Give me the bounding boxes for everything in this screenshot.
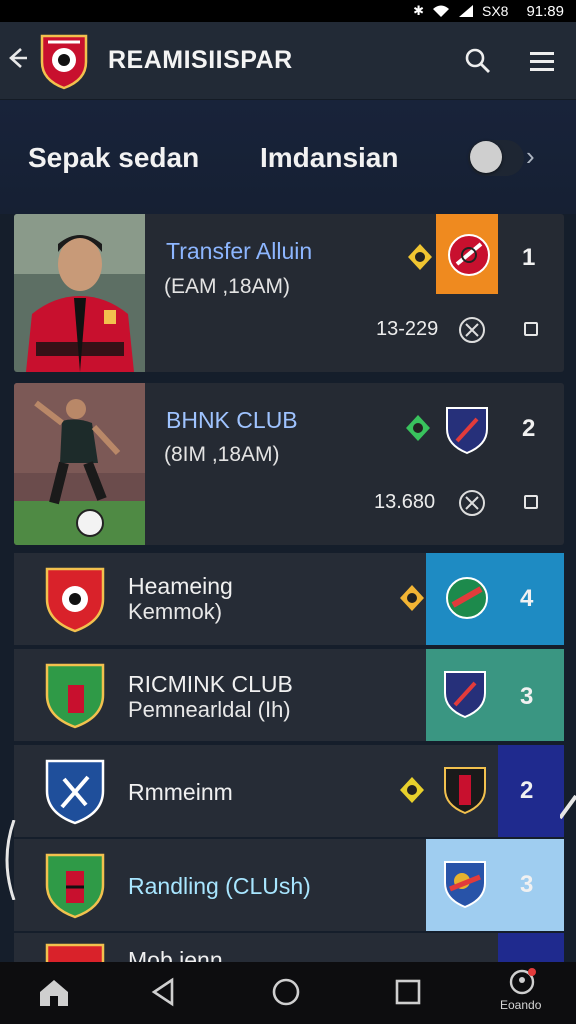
navigation-bar bbox=[0, 962, 576, 1024]
cancel-circle-icon[interactable] bbox=[458, 316, 486, 344]
background-swoosh bbox=[5, 820, 16, 900]
home-icon[interactable] bbox=[34, 972, 74, 1012]
club-name: Mob ienn bbox=[128, 947, 223, 962]
checkbox[interactable] bbox=[524, 322, 538, 336]
hamburger-menu-icon bbox=[530, 51, 554, 71]
rank-number: 4 bbox=[520, 585, 534, 612]
club-shield-icon bbox=[444, 861, 486, 909]
club-card[interactable]: BHNK CLUB (8IM ,18AM) 13.680 2 bbox=[14, 383, 564, 545]
menu-button[interactable] bbox=[522, 41, 562, 81]
list-item[interactable]: Heameing Kemmok) 4 bbox=[14, 553, 564, 645]
profile-nav-label: Eoando bbox=[500, 998, 542, 1012]
club-subname: Pemnearldal (Ih) bbox=[128, 697, 291, 722]
triangle-back-icon[interactable] bbox=[144, 972, 184, 1012]
card-number: 13-229 bbox=[376, 318, 439, 340]
arrow-left-icon bbox=[9, 47, 27, 68]
club-name: Randling (CLUsh) bbox=[128, 873, 311, 899]
club-shield-icon bbox=[446, 577, 488, 619]
rank-number: 3 bbox=[520, 683, 534, 710]
club-badge-icon bbox=[45, 943, 105, 962]
club-badge-icon bbox=[45, 663, 105, 729]
card-subtitle: (EAM ,18AM) bbox=[164, 275, 291, 298]
status-bar: ✱ SX8 91:89 bbox=[0, 0, 576, 22]
card-title: Transfer Alluin bbox=[166, 238, 313, 264]
card-number: 13.680 bbox=[374, 491, 436, 513]
rank-number: 2 bbox=[520, 777, 534, 804]
club-shield-icon bbox=[446, 407, 488, 455]
bluetooth-icon: ✱ bbox=[413, 3, 424, 18]
list-item[interactable]: Randling (CLUsh) 3 bbox=[14, 839, 564, 931]
rank-number: 2 bbox=[522, 415, 536, 442]
cancel-circle-icon[interactable] bbox=[458, 489, 486, 517]
filter-right-label[interactable]: Imdansian bbox=[260, 142, 398, 174]
transfer-card[interactable]: Transfer Alluin (EAM ,18AM) 13-229 1 bbox=[14, 214, 564, 372]
card-subtitle: (8IM ,18AM) bbox=[164, 443, 280, 466]
search-icon bbox=[465, 48, 490, 73]
wifi-icon bbox=[432, 5, 449, 17]
club-badge-icon bbox=[45, 759, 105, 825]
list-item[interactable]: RICMINK CLUB Pemnearldal (Ih) 3 bbox=[14, 649, 564, 741]
club-name: RICMINK CLUB bbox=[128, 671, 293, 697]
club-subname: Kemmok) bbox=[128, 599, 223, 624]
club-logo bbox=[38, 32, 90, 90]
back-button[interactable] bbox=[4, 45, 30, 77]
club-name: Heameing bbox=[128, 573, 233, 599]
app-title: REAMISIISPAR bbox=[108, 46, 293, 74]
card-title: BHNK CLUB bbox=[166, 407, 298, 433]
club-color-block bbox=[498, 933, 564, 962]
status-time: 91:89 bbox=[526, 2, 564, 20]
signal-icon bbox=[458, 5, 473, 17]
background-swoosh bbox=[560, 794, 576, 820]
club-name: Rmmeinm bbox=[128, 779, 233, 805]
rank-number: 1 bbox=[522, 244, 536, 271]
arrow-badge-icon bbox=[408, 244, 432, 270]
arrow-badge-icon bbox=[400, 585, 424, 611]
club-shield-icon bbox=[448, 234, 490, 276]
filter-left-label[interactable]: Sepak sedan bbox=[28, 142, 199, 174]
checkbox[interactable] bbox=[524, 495, 538, 509]
rank-number: 3 bbox=[520, 871, 534, 898]
square-recents-icon[interactable] bbox=[388, 972, 428, 1012]
circle-home-icon[interactable] bbox=[266, 972, 306, 1012]
search-button[interactable] bbox=[458, 41, 498, 81]
profile-icon[interactable] bbox=[504, 966, 540, 998]
list-item[interactable]: Mob ienn bbox=[14, 933, 564, 962]
club-shield-icon bbox=[444, 671, 486, 719]
club-shield-icon bbox=[444, 767, 486, 815]
arrow-badge-icon bbox=[406, 415, 430, 441]
signal-text: SX8 bbox=[481, 3, 509, 19]
player-photo bbox=[14, 214, 145, 372]
chevron-right-icon[interactable]: › bbox=[526, 141, 535, 172]
toggle-knob bbox=[470, 141, 502, 173]
club-badge-icon bbox=[45, 567, 105, 633]
club-badge-icon bbox=[45, 853, 105, 919]
list-item[interactable]: Rmmeinm 2 bbox=[14, 745, 564, 837]
app-bar: REAMISIISPAR bbox=[0, 22, 576, 100]
arrow-badge-icon bbox=[400, 777, 424, 803]
player-action-photo bbox=[14, 383, 145, 545]
